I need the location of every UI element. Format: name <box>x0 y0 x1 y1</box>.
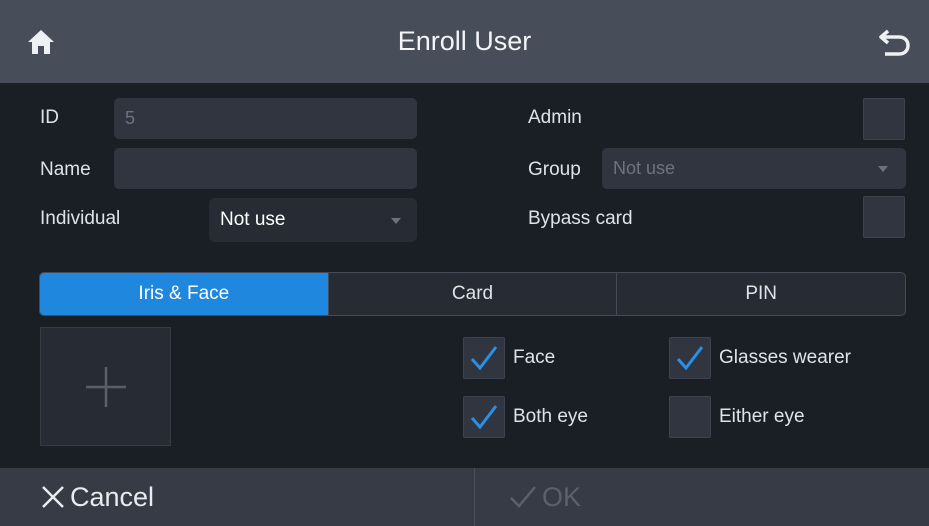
home-icon <box>28 30 54 54</box>
back-button[interactable] <box>879 28 911 58</box>
both-eye-option[interactable]: Both eye <box>463 396 588 438</box>
header-bar: Enroll User <box>0 0 929 83</box>
tab-pin[interactable]: PIN <box>617 273 905 315</box>
chevron-down-icon <box>878 166 888 172</box>
name-field[interactable] <box>114 148 417 189</box>
individual-value: Not use <box>220 209 286 230</box>
add-photo-button[interactable] <box>40 327 171 446</box>
glasses-wearer-label: Glasses wearer <box>719 347 851 368</box>
face-label: Face <box>513 347 556 368</box>
checkmark-icon <box>510 486 536 508</box>
bypass-card-checkbox[interactable] <box>863 196 905 238</box>
plus-icon <box>86 367 126 407</box>
face-checkbox[interactable] <box>463 337 505 379</box>
credential-tabs: Iris & Face Card PIN <box>39 272 906 316</box>
glasses-wearer-option[interactable]: Glasses wearer <box>669 337 851 379</box>
either-eye-label: Either eye <box>719 406 805 427</box>
tab-card[interactable]: Card <box>329 273 618 315</box>
individual-select[interactable]: Not use <box>209 198 417 242</box>
id-value: 5 <box>125 108 136 128</box>
footer-bar: Cancel OK <box>0 468 929 526</box>
glasses-wearer-checkbox[interactable] <box>669 337 711 379</box>
cancel-button[interactable]: Cancel <box>0 468 474 526</box>
cancel-label: Cancel <box>70 481 155 512</box>
admin-label: Admin <box>528 107 582 128</box>
both-eye-label: Both eye <box>513 406 588 427</box>
checkmark-icon <box>470 346 498 371</box>
back-arrow-icon <box>879 29 910 56</box>
both-eye-checkbox[interactable] <box>463 396 505 438</box>
admin-checkbox[interactable] <box>863 98 905 140</box>
checkmark-icon <box>470 405 498 430</box>
home-button[interactable] <box>26 28 56 56</box>
id-field[interactable]: 5 <box>114 98 417 139</box>
chevron-down-icon <box>391 218 401 224</box>
enroll-form: ID 5 Name Individual Not use Admin Group… <box>0 83 929 468</box>
ok-label: OK <box>542 481 582 512</box>
tab-iris-face[interactable]: Iris & Face <box>40 273 329 315</box>
either-eye-option[interactable]: Either eye <box>669 396 805 438</box>
group-label: Group <box>528 159 581 180</box>
page-title: Enroll User <box>397 26 532 56</box>
group-select[interactable]: Not use <box>602 148 906 189</box>
group-value: Not use <box>613 158 676 178</box>
id-label: ID <box>40 107 59 128</box>
bypass-card-label: Bypass card <box>528 208 633 229</box>
ok-button[interactable]: OK <box>474 468 929 526</box>
name-label: Name <box>40 159 91 180</box>
individual-label: Individual <box>40 208 121 229</box>
either-eye-checkbox[interactable] <box>669 396 711 438</box>
face-option[interactable]: Face <box>463 337 555 379</box>
checkmark-icon <box>676 346 704 371</box>
close-icon <box>42 486 64 508</box>
